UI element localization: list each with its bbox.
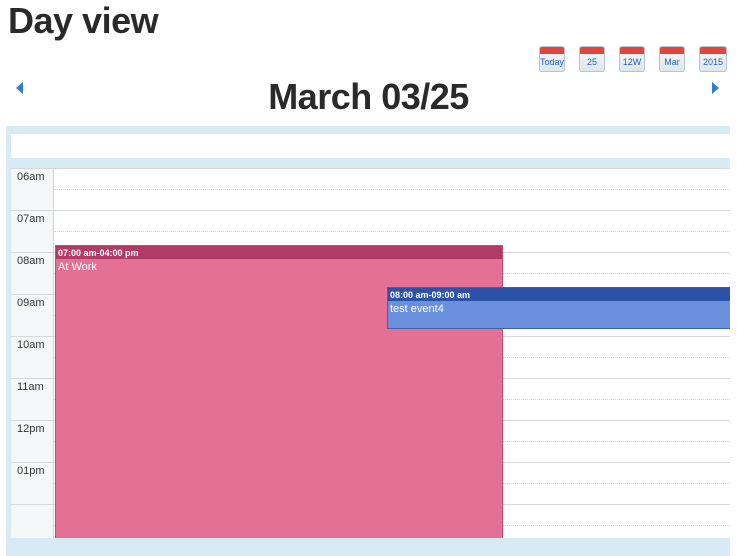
month-button[interactable]: Mar bbox=[659, 46, 685, 72]
half-hour-line bbox=[54, 231, 730, 232]
weeks-button[interactable]: 12W bbox=[619, 46, 645, 72]
half-hour-line bbox=[54, 189, 730, 190]
hour-label: 01pm bbox=[17, 465, 45, 477]
today-button[interactable]: Today bbox=[539, 46, 565, 72]
hour-label: 07am bbox=[17, 213, 45, 225]
hour-label: 10am bbox=[17, 339, 45, 351]
time-grid[interactable]: 05am 06am 07am 08am 09am 10am bbox=[11, 168, 730, 538]
hour-label: 09am bbox=[17, 297, 45, 309]
day-button[interactable]: 25 bbox=[579, 46, 605, 72]
date-heading: March 03/25 bbox=[268, 76, 469, 117]
event-test-event4[interactable]: 08:00 am-09:00 am test event4 bbox=[387, 287, 730, 329]
calendar-grid: 05am 06am 07am 08am 09am 10am bbox=[6, 126, 730, 556]
month-button-label: Mar bbox=[664, 57, 680, 67]
next-day-arrow-icon[interactable] bbox=[712, 82, 719, 94]
hour-label: 12pm bbox=[17, 423, 45, 435]
today-button-label: Today bbox=[539, 57, 565, 67]
page-title: Day view bbox=[8, 0, 159, 41]
hour-label: 06am bbox=[17, 171, 45, 183]
year-button[interactable]: 2015 bbox=[699, 46, 727, 72]
weeks-button-label: 12W bbox=[622, 57, 642, 67]
day-button-label: 25 bbox=[586, 57, 597, 67]
event-time: 08:00 am-09:00 am bbox=[388, 288, 730, 301]
hour-label: 08am bbox=[17, 255, 45, 267]
quick-nav: Today 25 12W Mar 2015 bbox=[539, 46, 727, 72]
event-title: At Work bbox=[58, 261, 97, 273]
event-title: test event4 bbox=[390, 303, 444, 315]
hour-slot[interactable]: 06am bbox=[11, 168, 730, 210]
hour-line bbox=[11, 210, 730, 211]
event-time: 07:00 am-04:00 pm bbox=[56, 246, 502, 259]
hour-line bbox=[11, 168, 730, 169]
year-button-label: 2015 bbox=[702, 57, 724, 67]
hour-label: 11am bbox=[17, 381, 44, 393]
all-day-row[interactable] bbox=[11, 134, 730, 158]
